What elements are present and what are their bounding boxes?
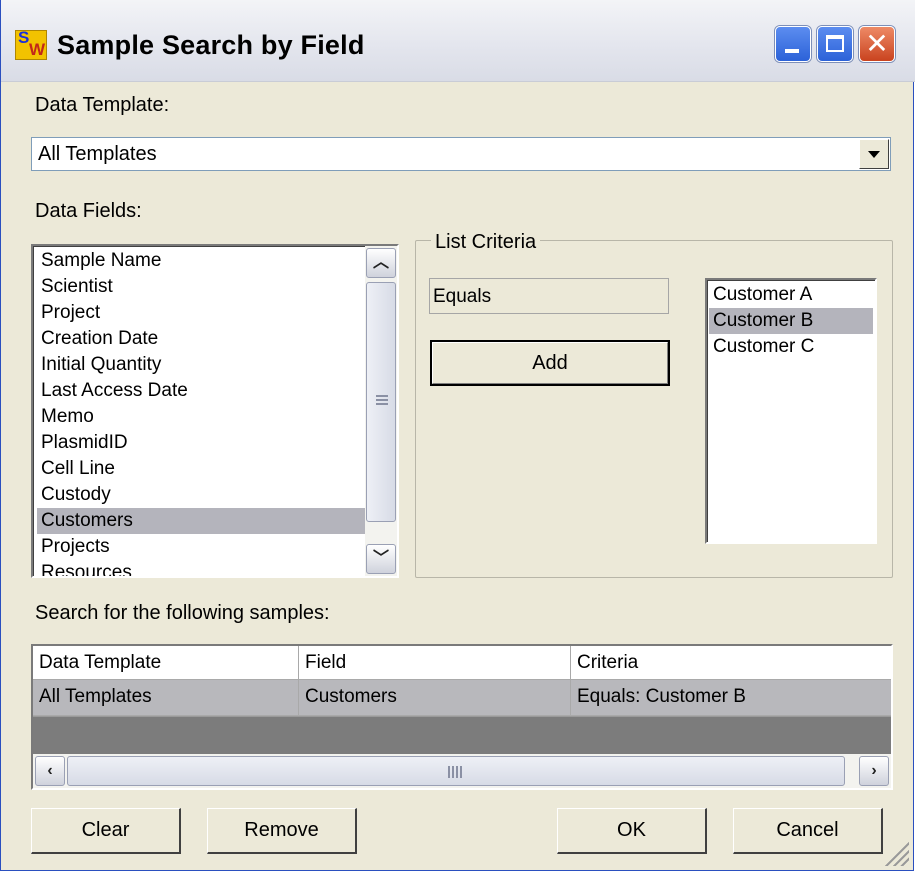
list-item[interactable]: Project [37,300,365,326]
grid-horizontal-scrollbar[interactable]: ‹ › [33,754,891,788]
chevron-left-icon: ‹ [47,762,53,779]
list-item[interactable]: Initial Quantity [37,352,365,378]
list-item[interactable]: Customer A [709,282,873,308]
list-item[interactable]: Creation Date [37,326,365,352]
list-item[interactable]: Sample Name [37,248,365,274]
list-item[interactable]: Customer B [709,308,873,334]
scroll-right-button[interactable]: › [859,756,889,786]
chevron-up-icon: ︿ [372,254,389,271]
data-template-value: All Templates [38,143,157,165]
list-item[interactable]: Last Access Date [37,378,365,404]
ok-button[interactable]: OK [557,808,707,854]
list-criteria-title: List Criteria [431,231,541,254]
dialog-window: SW Sample Search by Field ✕ Data Templat… [0,0,915,871]
column-header-criteria[interactable]: Criteria [571,646,891,680]
data-template-select[interactable]: All Templates [31,137,891,171]
data-fields-label: Data Fields: [35,200,142,222]
cell-field: Customers [299,680,571,716]
minimize-icon[interactable] [775,26,811,62]
close-icon[interactable]: ✕ [859,26,895,62]
search-samples-label: Search for the following samples: [35,602,330,624]
list-item[interactable]: Scientist [37,274,365,300]
scroll-up-button[interactable]: ︿ [366,248,396,278]
list-item[interactable]: Projects [37,534,365,560]
remove-button[interactable]: Remove [207,808,357,854]
cancel-button[interactable]: Cancel [733,808,883,854]
column-header-field[interactable]: Field [299,646,571,680]
add-button[interactable]: Add [430,340,670,386]
list-item[interactable]: Memo [37,404,365,430]
search-results-grid[interactable]: Data Template Field Criteria All Templat… [31,644,893,790]
scroll-thumb[interactable] [366,282,396,522]
criteria-values-list[interactable]: Customer A Customer B Customer C [705,278,877,544]
scroll-left-button[interactable]: ‹ [35,756,65,786]
clear-button[interactable]: Clear [31,808,181,854]
scroll-down-button[interactable]: ﹀ [366,544,396,574]
resize-grip-icon[interactable] [885,842,909,866]
list-item[interactable]: Cell Line [37,456,365,482]
window-title: Sample Search by Field [57,30,365,60]
horizontal-scroll-thumb[interactable] [67,756,845,786]
maximize-icon[interactable] [817,26,853,62]
title-bar[interactable]: SW Sample Search by Field ✕ [1,0,915,82]
data-template-label: Data Template: [35,94,170,116]
list-item[interactable]: PlasmidID [37,430,365,456]
criteria-operator-field: Equals [429,278,669,314]
table-row[interactable]: All Templates Customers Equals: Customer… [33,680,891,717]
data-fields-list[interactable]: Sample Name Scientist Project Creation Date… [31,244,399,578]
sw-app-icon[interactable]: SW [15,28,47,60]
column-header-data-template[interactable]: Data Template [33,646,299,680]
chevron-down-icon: ﹀ [372,550,389,567]
cell-data-template: All Templates [33,680,299,716]
list-item[interactable]: Customer C [709,334,873,360]
chevron-right-icon: › [871,762,877,779]
list-item[interactable]: Resources [37,560,365,576]
list-item[interactable]: Custody [37,482,365,508]
grid-header-row: Data Template Field Criteria [33,646,891,680]
cell-criteria: Equals: Customer B [571,680,891,716]
list-item[interactable]: Customers [37,508,365,534]
criteria-operator-value: Equals [433,286,492,307]
fields-scrollbar[interactable]: ︿ ﹀ [365,246,397,576]
chevron-down-icon[interactable] [859,139,889,169]
